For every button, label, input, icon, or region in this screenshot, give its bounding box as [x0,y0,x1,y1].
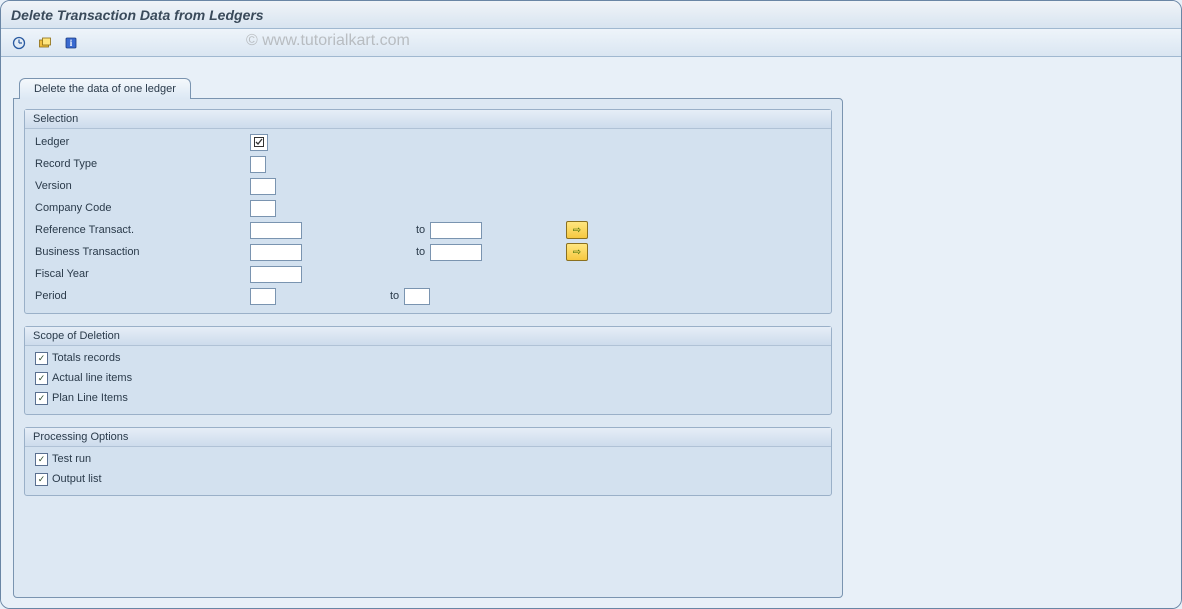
input-reference-transact-from[interactable] [250,222,302,239]
group-processing-header: Processing Options [25,428,831,447]
checkbox-totals-records[interactable]: ✓ [35,352,48,365]
input-period-to[interactable] [404,288,430,305]
group-scope-header: Scope of Deletion [25,327,831,346]
input-business-transaction-to[interactable] [430,244,482,261]
row-totals-records: ✓ Totals records [31,348,825,368]
checkbox-mark-icon [253,136,265,148]
input-record-type[interactable] [250,156,266,173]
label-business-transaction: Business Transaction [31,246,246,258]
page-title: Delete Transaction Data from Ledgers [11,7,264,23]
multiselect-business-transaction[interactable]: ⇨ [566,243,588,261]
row-company-code: Company Code [31,197,825,219]
row-fiscal-year: Fiscal Year [31,263,825,285]
group-processing: Processing Options ✓ Test run ✓ Output l… [24,427,832,496]
group-processing-body: ✓ Test run ✓ Output list [25,447,831,495]
get-variant-button[interactable] [35,33,55,53]
group-selection-body: Ledger Record Type Version [25,129,831,313]
checkbox-output-list[interactable]: ✓ [35,473,48,486]
row-version: Version [31,175,825,197]
arrow-right-icon: ⇨ [573,225,581,236]
group-scope-body: ✓ Totals records ✓ Actual line items ✓ P… [25,346,831,414]
label-company-code: Company Code [31,202,246,214]
label-reference-transact: Reference Transact. [31,224,246,236]
row-plan-line-items: ✓ Plan Line Items [31,388,825,408]
label-reference-transact-to: to [306,224,426,236]
input-version[interactable] [250,178,276,195]
tab-delete-ledger[interactable]: Delete the data of one ledger [19,78,191,99]
label-plan-line-items: Plan Line Items [52,392,128,404]
input-period-from[interactable] [250,288,276,305]
label-business-transaction-to: to [306,246,426,258]
row-record-type: Record Type [31,153,825,175]
row-test-run: ✓ Test run [31,449,825,469]
group-selection-header: Selection [25,110,831,129]
label-version: Version [31,180,246,192]
row-actual-line-items: ✓ Actual line items [31,368,825,388]
content-area: Delete the data of one ledger Selection … [1,57,1181,608]
tab-strip: Delete the data of one ledger [19,77,1181,98]
label-actual-line-items: Actual line items [52,372,132,384]
input-fiscal-year[interactable] [250,266,302,283]
row-business-transaction: Business Transaction to ⇨ [31,241,825,263]
label-totals-records: Totals records [52,352,120,364]
row-ledger: Ledger [31,131,825,153]
watermark-text: © www.tutorialkart.com [246,32,410,50]
label-period: Period [31,290,246,302]
label-test-run: Test run [52,453,91,465]
input-reference-transact-to[interactable] [430,222,482,239]
main-panel: Selection Ledger Record Type [13,98,843,598]
input-business-transaction-from[interactable] [250,244,302,261]
toolbar: i © www.tutorialkart.com [1,29,1181,57]
group-selection: Selection Ledger Record Type [24,109,832,314]
label-fiscal-year: Fiscal Year [31,268,246,280]
row-output-list: ✓ Output list [31,469,825,489]
info-button[interactable]: i [61,33,81,53]
checkbox-actual-line-items[interactable]: ✓ [35,372,48,385]
checkbox-plan-line-items[interactable]: ✓ [35,392,48,405]
execute-button[interactable] [9,33,29,53]
label-record-type: Record Type [31,158,246,170]
checkbox-test-run[interactable]: ✓ [35,453,48,466]
label-output-list: Output list [52,473,102,485]
group-scope: Scope of Deletion ✓ Totals records ✓ Act… [24,326,832,415]
multiselect-reference-transact[interactable]: ⇨ [566,221,588,239]
row-reference-transact: Reference Transact. to ⇨ [31,219,825,241]
title-bar: Delete Transaction Data from Ledgers [1,1,1181,29]
app-window: Delete Transaction Data from Ledgers i ©… [0,0,1182,609]
arrow-right-icon: ⇨ [573,247,581,258]
input-company-code[interactable] [250,200,276,217]
label-ledger: Ledger [31,136,246,148]
row-period: Period to [31,285,825,307]
folder-variant-icon [38,36,52,50]
info-icon: i [64,36,78,50]
label-period-to: to [280,290,400,302]
ledger-required-icon[interactable] [250,134,268,151]
clock-execute-icon [12,36,26,50]
